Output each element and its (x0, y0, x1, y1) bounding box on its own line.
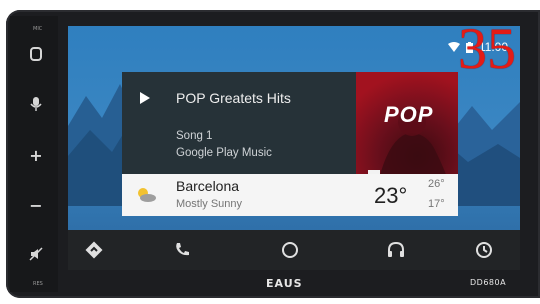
bottom-nav-bar (68, 230, 520, 270)
mute-button[interactable] (26, 246, 46, 265)
track-name: Song 1 (176, 130, 213, 142)
weather-card[interactable]: Barcelona Mostly Sunny 23° 26° 17° (122, 174, 458, 216)
home-icon (282, 242, 298, 258)
headphones-icon (388, 241, 404, 257)
brand-logo: EAUS (266, 277, 303, 290)
android-auto-screen: 11:00 POP Greatets Hits Song 1 Google Pl… (68, 26, 520, 270)
mute-icon (29, 247, 43, 261)
model-number: DD680A (470, 278, 507, 287)
recent-icon (476, 242, 492, 258)
volume-up-button[interactable]: + (26, 146, 46, 165)
weather-condition: Mostly Sunny (176, 198, 243, 210)
partly-sunny-icon (138, 188, 156, 202)
nav-item-audio[interactable] (386, 240, 406, 260)
nav-item-navigation[interactable] (84, 240, 104, 260)
navigation-icon (85, 241, 103, 259)
nav-item-recent[interactable] (474, 240, 494, 260)
microphone-icon (30, 97, 42, 111)
play-icon[interactable] (140, 92, 150, 104)
weather-city: Barcelona (176, 178, 240, 194)
nav-item-phone[interactable] (172, 240, 192, 260)
media-source: Google Play Music (176, 147, 272, 159)
phone-icon (176, 243, 189, 256)
power-icon (30, 47, 42, 61)
nav-item-home[interactable] (280, 240, 300, 260)
low-temperature: 17° (428, 198, 445, 210)
album-art-label: POP (384, 102, 434, 127)
voice-button[interactable] (26, 96, 46, 116)
playlist-title: POP Greatets Hits (176, 90, 291, 106)
mic-label: MIC (33, 26, 43, 32)
reset-label: RES (33, 281, 43, 287)
high-temperature: 26° (428, 178, 445, 190)
overlay-number: 35 (458, 16, 516, 81)
volume-down-button[interactable]: − (26, 196, 46, 215)
power-button[interactable] (26, 46, 46, 66)
current-temperature: 23° (374, 183, 408, 208)
